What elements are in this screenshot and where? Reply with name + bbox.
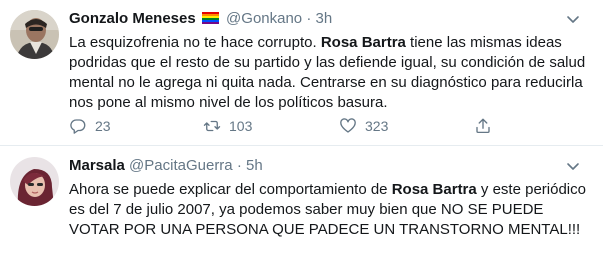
avatar-image xyxy=(10,157,59,206)
timestamp[interactable]: 5h xyxy=(246,157,263,174)
timestamp[interactable]: 3h xyxy=(316,10,333,27)
tweet[interactable]: Gonzalo Meneses @Gonkano · 3h La esquizo… xyxy=(0,0,603,146)
avatar[interactable] xyxy=(10,157,59,206)
tweet-text-part: La esquizofrenia no te hace corrupto. xyxy=(69,34,321,51)
tweet-text-highlight: Rosa Bartra xyxy=(320,34,406,51)
display-name[interactable]: Marsala xyxy=(69,157,125,174)
tweet[interactable]: Marsala @PacitaGuerra · 5h Ahora se pued… xyxy=(0,147,603,261)
tweet-text-part: Ahora se puede explicar del comportamien… xyxy=(69,181,392,198)
tweet-header: Marsala @PacitaGuerra · 5h xyxy=(69,156,263,176)
tweet-text: Ahora se puede explicar del comportamien… xyxy=(69,180,589,240)
like-button[interactable]: 323 xyxy=(339,116,388,136)
share-icon xyxy=(476,118,490,134)
separator-dot: · xyxy=(306,10,312,27)
separator-dot: · xyxy=(236,157,242,174)
heart-icon xyxy=(340,118,356,133)
retweet-count: 103 xyxy=(229,118,253,134)
share-button[interactable] xyxy=(474,116,500,136)
tweet-actions: 23 103 323 xyxy=(69,116,589,136)
tweet-text-highlight: Rosa Bartra xyxy=(391,181,477,198)
user-handle[interactable]: @Gonkano xyxy=(226,10,302,27)
reply-icon xyxy=(70,119,86,134)
reply-button[interactable]: 23 xyxy=(69,116,111,136)
rainbow-flag-icon xyxy=(201,10,219,24)
tweet-header: Gonzalo Meneses @Gonkano · 3h xyxy=(69,9,332,29)
display-name[interactable]: Gonzalo Meneses xyxy=(69,10,196,27)
tweet-text: La esquizofrenia no te hace corrupto. Ro… xyxy=(69,33,589,113)
retweet-icon xyxy=(203,120,221,132)
chevron-down-icon[interactable] xyxy=(565,158,581,174)
chevron-down-icon[interactable] xyxy=(565,11,581,27)
user-handle[interactable]: @PacitaGuerra xyxy=(129,157,233,174)
like-count: 323 xyxy=(365,118,389,134)
reply-count: 23 xyxy=(95,118,111,134)
avatar-image xyxy=(10,10,59,59)
avatar[interactable] xyxy=(10,10,59,59)
retweet-button[interactable]: 103 xyxy=(203,116,252,136)
